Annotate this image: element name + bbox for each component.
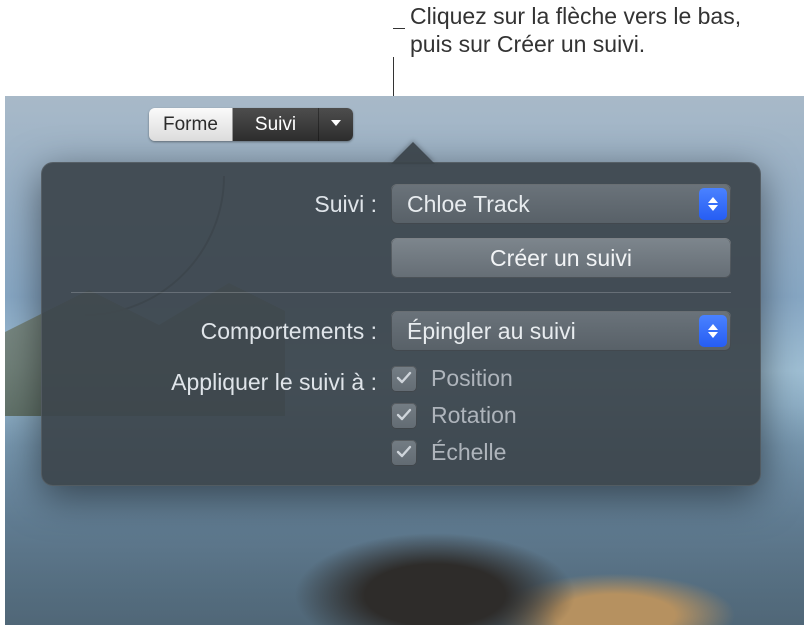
create-suivi-label: Créer un suivi (490, 245, 632, 272)
suivi-select-value: Chloe Track (407, 191, 530, 218)
behaviors-select[interactable]: Épingler au suivi (391, 311, 731, 351)
callout-leader-tick (393, 28, 405, 29)
checkbox-rotation-label: Rotation (431, 402, 517, 429)
suivi-popover: Suivi : Chloe Track Créer un suivi Compo (41, 162, 761, 486)
suivi-menu-chevron-button[interactable] (319, 108, 353, 141)
callout-text: Cliquez sur la flèche vers le bas, puis … (410, 3, 741, 57)
behaviors-select-value: Épingler au suivi (407, 318, 576, 345)
checkbox-rotation[interactable] (391, 403, 417, 429)
suivi-select[interactable]: Chloe Track (391, 184, 731, 224)
tab-forme-label: Forme (163, 114, 218, 136)
mode-segmented-control: Forme Suivi (149, 108, 353, 141)
help-callout: Cliquez sur la flèche vers le bas, puis … (410, 2, 785, 58)
tab-suivi[interactable]: Suivi (233, 108, 319, 141)
create-suivi-button[interactable]: Créer un suivi (391, 238, 731, 278)
checkbox-position-label: Position (431, 365, 513, 392)
suivi-label: Suivi : (41, 191, 391, 218)
checkmark-icon (396, 402, 412, 429)
canvas-viewer: Forme Suivi Suivi : Chloe Track (5, 96, 804, 625)
divider (71, 292, 731, 293)
tab-suivi-label: Suivi (255, 114, 296, 136)
checkbox-position[interactable] (391, 366, 417, 392)
stepper-arrows-icon (699, 315, 727, 347)
checkmark-icon (396, 365, 412, 392)
tab-forme[interactable]: Forme (149, 108, 233, 141)
checkbox-scale[interactable] (391, 440, 417, 466)
chevron-down-icon (329, 114, 343, 136)
checkbox-scale-label: Échelle (431, 439, 506, 466)
apply-to-label: Appliquer le suivi à : (41, 365, 391, 396)
behaviors-label: Comportements : (41, 318, 391, 345)
checkmark-icon (396, 439, 412, 466)
popover-arrow (391, 142, 435, 164)
stepper-arrows-icon (699, 188, 727, 220)
